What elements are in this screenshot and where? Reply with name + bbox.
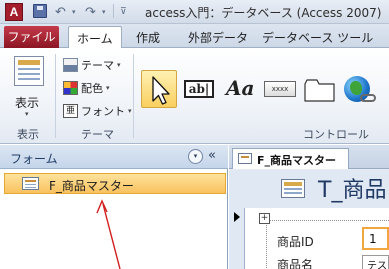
ribbon: 表示 ▾ 表示 テーマ ▾ 配色 ▾ 亜 フォント ▾ テーマ ab| Aa x…	[0, 48, 389, 144]
nav-item-label: F_商品マスター	[49, 179, 134, 193]
theme-icon	[63, 57, 78, 72]
select-tool-button[interactable]	[141, 70, 177, 108]
navigation-pane: フォーム ▾ « F_商品マスター	[0, 145, 228, 269]
colors-button[interactable]: 配色 ▾	[63, 79, 110, 96]
ribbon-tab-row: ファイル ホーム 作成 外部データ データベース ツール	[0, 24, 389, 48]
nav-pane-header[interactable]: フォーム ▾ «	[0, 145, 228, 169]
textbox-icon: ab|	[184, 80, 214, 98]
document-tab-label: F_商品マスター	[257, 154, 337, 167]
tab-file[interactable]: ファイル	[4, 26, 59, 48]
tab-external-data[interactable]: 外部データ	[188, 29, 248, 46]
undo-icon[interactable]: ↶	[55, 4, 66, 20]
views-group-label: 表示	[17, 128, 39, 141]
redo-dropdown-icon[interactable]: ▾	[102, 4, 106, 20]
fonts-label: フォント	[81, 104, 125, 118]
nav-pane-menu-icon[interactable]: ▾	[188, 149, 203, 164]
document-tab[interactable]: F_商品マスター	[232, 148, 349, 169]
tab-database-tools[interactable]: データベース ツール	[262, 29, 373, 46]
form-title: T_商品	[318, 178, 387, 203]
customize-quick-access-icon[interactable]: ⊽	[120, 4, 127, 20]
tab-control-icon	[304, 79, 335, 102]
chevron-down-icon: ▾	[128, 106, 132, 115]
textbox-tool-button[interactable]: ab|	[181, 70, 217, 108]
fonts-button[interactable]: 亜 フォント ▾	[63, 102, 132, 119]
link-icon	[360, 94, 376, 102]
tab-control-tool-button[interactable]	[302, 70, 338, 108]
chevron-down-icon: ▾	[106, 83, 110, 92]
current-record-icon	[234, 212, 240, 222]
group-separator	[55, 54, 56, 138]
form-body: T_商品 + 商品ID 1 商品名 テスト	[229, 170, 389, 269]
chevron-down-icon: ▾	[117, 60, 121, 69]
view-icon[interactable]	[14, 56, 44, 86]
shutter-bar-close-icon[interactable]: «	[208, 148, 216, 163]
font-icon: 亜	[63, 103, 78, 118]
label-icon: Aa	[226, 76, 255, 100]
tab-home[interactable]: ホーム	[68, 26, 122, 48]
hyperlink-tool-button[interactable]	[341, 70, 377, 108]
quick-access-separator	[113, 4, 114, 18]
themes-group-label: テーマ	[81, 128, 114, 141]
pointer-arrow-icon	[152, 76, 170, 105]
button-icon: xxxx	[264, 81, 296, 97]
form-icon	[22, 177, 39, 190]
layout-move-handle-icon[interactable]: +	[259, 213, 270, 224]
save-icon[interactable]	[33, 4, 47, 18]
color-icon	[63, 80, 78, 95]
group-separator	[133, 54, 134, 138]
window-title: access入門：データベース (Access 2007)	[145, 6, 382, 20]
form-header: T_商品	[229, 170, 389, 208]
form-detail: + 商品ID 1 商品名 テスト	[246, 208, 389, 269]
view-button[interactable]: 表示	[15, 94, 39, 111]
controls-group-label: コントロール	[303, 128, 369, 141]
nav-pane-title[interactable]: フォーム	[10, 150, 58, 167]
view-dropdown-icon[interactable]: ▾	[25, 110, 29, 118]
product-name-field[interactable]: テスト	[362, 255, 389, 269]
product-name-label: 商品名	[277, 258, 314, 269]
product-id-field[interactable]: 1	[362, 227, 389, 250]
redo-icon[interactable]: ↷	[85, 4, 96, 20]
form-icon	[238, 153, 252, 164]
button-tool-button[interactable]: xxxx	[261, 70, 297, 108]
themes-label: テーマ	[81, 58, 114, 72]
record-selector[interactable]	[229, 208, 245, 269]
undo-dropdown-icon[interactable]: ▾	[72, 4, 76, 20]
form-icon	[281, 179, 305, 198]
access-app-icon[interactable]: A	[5, 3, 23, 21]
document-tab-bar: F_商品マスター	[229, 145, 389, 169]
title-bar: A ↶ ▾ ↷ ▾ ⊽ access入門：データベース (Access 2007…	[0, 0, 389, 24]
themes-button[interactable]: テーマ ▾	[63, 56, 121, 73]
product-id-label: 商品ID	[277, 235, 314, 249]
document-area: F_商品マスター T_商品 + 商品ID 1 商品名 テスト	[229, 145, 389, 269]
label-tool-button[interactable]: Aa	[221, 70, 257, 108]
tab-create[interactable]: 作成	[136, 29, 160, 46]
colors-label: 配色	[81, 81, 103, 95]
nav-item-form[interactable]: F_商品マスター	[4, 173, 226, 194]
